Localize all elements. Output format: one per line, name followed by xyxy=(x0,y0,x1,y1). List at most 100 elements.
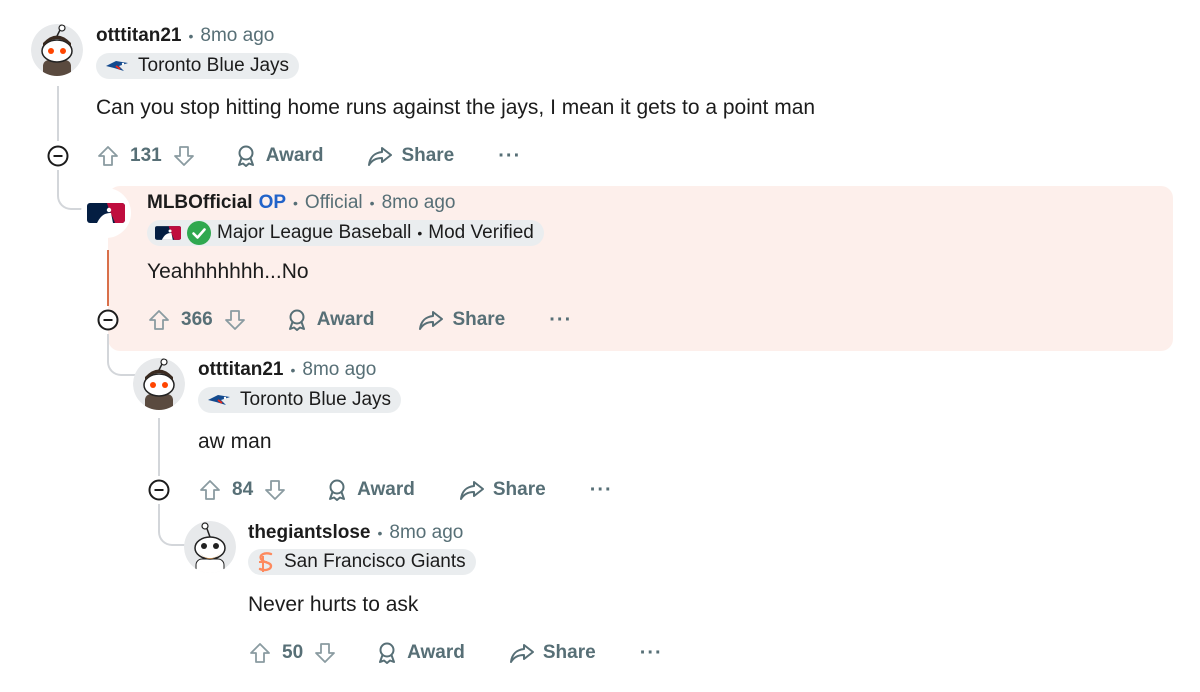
downvote-icon xyxy=(315,643,336,663)
timestamp[interactable]: 8mo ago xyxy=(382,192,456,214)
collapse-icon[interactable] xyxy=(148,479,170,501)
more-options-button[interactable]: ··· xyxy=(590,479,613,502)
downvote-icon xyxy=(173,146,194,166)
separator: • xyxy=(417,225,423,241)
upvote-icon xyxy=(98,146,118,166)
op-badge: OP xyxy=(258,192,287,213)
timestamp[interactable]: 8mo ago xyxy=(302,359,376,381)
collapse-icon[interactable] xyxy=(47,145,69,167)
share-icon xyxy=(509,644,534,663)
user-flair: Major League Baseball • Mod Verified xyxy=(147,220,544,246)
comment-body: Yeahhhhhhh...No xyxy=(147,260,309,283)
timestamp[interactable]: 8mo ago xyxy=(200,25,274,47)
sf-giants-icon xyxy=(256,551,276,573)
separator: • xyxy=(377,525,383,541)
award-button[interactable]: Award xyxy=(375,641,465,665)
user-flair: Toronto Blue Jays xyxy=(198,387,402,413)
award-icon xyxy=(237,145,254,167)
thread-line xyxy=(158,418,160,476)
collapse-icon[interactable] xyxy=(97,309,119,331)
flair-extra-text: Mod Verified xyxy=(428,222,534,243)
avatar[interactable] xyxy=(133,358,185,410)
share-button[interactable]: Share xyxy=(367,144,454,168)
share-icon xyxy=(419,311,444,330)
award-button[interactable]: Award xyxy=(325,478,415,502)
award-label: Award xyxy=(407,642,465,663)
username[interactable]: MLBOfficial xyxy=(147,192,253,214)
comment-body: Never hurts to ask xyxy=(248,593,419,616)
separator: • xyxy=(290,362,296,378)
award-button[interactable]: Award xyxy=(285,308,375,332)
share-icon xyxy=(368,147,393,166)
blue-jays-icon xyxy=(206,392,232,408)
snoo-avatar-icon xyxy=(133,358,185,410)
comment-meta: otttitan21 • 8mo ago xyxy=(96,25,274,47)
comment-actions: 50 Award Share ··· xyxy=(248,636,663,670)
username[interactable]: otttitan21 xyxy=(198,359,284,381)
blue-jays-icon xyxy=(104,58,130,74)
separator: • xyxy=(293,195,298,211)
downvote-button[interactable] xyxy=(313,641,337,665)
award-label: Award xyxy=(316,309,375,330)
comment-actions: 131 Award Share ··· xyxy=(96,139,521,173)
more-options-button[interactable]: ··· xyxy=(549,309,572,332)
downvote-button[interactable] xyxy=(172,144,196,168)
share-button[interactable]: Share xyxy=(418,308,505,332)
upvote-button[interactable] xyxy=(96,144,120,168)
user-flair: Toronto Blue Jays xyxy=(96,53,300,79)
share-button[interactable]: Share xyxy=(459,478,546,502)
downvote-icon xyxy=(265,480,286,500)
verified-check-icon xyxy=(187,221,211,245)
username[interactable]: thegiantslose xyxy=(248,522,370,544)
share-label: Share xyxy=(452,309,506,330)
avatar[interactable] xyxy=(184,521,236,573)
thread-line xyxy=(158,504,188,546)
mlb-logo-icon xyxy=(87,203,125,223)
comment-actions: 84 Award Share ··· xyxy=(198,473,613,507)
comment-meta: MLBOfficial OP • Official • 8mo ago xyxy=(147,192,456,214)
user-flair: San Francisco Giants xyxy=(248,549,476,575)
upvote-button[interactable] xyxy=(248,641,272,665)
flair-text: Major League Baseball xyxy=(217,222,412,243)
comment-meta: otttitan21 • 8mo ago xyxy=(198,359,376,381)
vote-count: 84 xyxy=(232,479,254,500)
downvote-button[interactable] xyxy=(263,478,287,502)
thread-line xyxy=(57,86,59,141)
avatar[interactable] xyxy=(31,24,83,76)
timestamp[interactable]: 8mo ago xyxy=(389,522,463,544)
flair-text: Toronto Blue Jays xyxy=(240,389,392,410)
upvote-icon xyxy=(200,480,220,500)
share-label: Share xyxy=(401,145,455,166)
flair-text: Toronto Blue Jays xyxy=(138,55,290,76)
username[interactable]: otttitan21 xyxy=(96,25,182,47)
upvote-button[interactable] xyxy=(147,308,171,332)
share-icon xyxy=(459,481,484,500)
flair-text: San Francisco Giants xyxy=(284,551,466,572)
comment-body: aw man xyxy=(198,430,272,453)
mlb-logo-icon xyxy=(155,226,181,240)
award-icon xyxy=(379,642,396,664)
thread-line xyxy=(107,250,109,306)
vote-count: 131 xyxy=(130,145,162,166)
award-label: Award xyxy=(357,479,415,500)
downvote-button[interactable] xyxy=(223,308,247,332)
upvote-icon xyxy=(149,310,169,330)
vote-count: 366 xyxy=(181,309,213,330)
snoo-avatar-icon xyxy=(31,24,83,76)
thread-line xyxy=(107,334,137,376)
more-options-button[interactable]: ··· xyxy=(640,642,663,665)
role-label: Official xyxy=(304,192,363,213)
award-icon xyxy=(288,309,305,331)
share-label: Share xyxy=(492,479,546,500)
snoo-avatar-icon xyxy=(184,521,236,573)
award-icon xyxy=(329,479,346,501)
more-options-button[interactable]: ··· xyxy=(498,145,521,168)
vote-count: 50 xyxy=(282,642,304,663)
share-button[interactable]: Share xyxy=(509,641,596,665)
avatar[interactable] xyxy=(81,188,131,238)
comment-actions: 366 Award Share ··· xyxy=(147,303,572,337)
award-button[interactable]: Award xyxy=(234,144,323,168)
downvote-icon xyxy=(224,310,245,330)
upvote-button[interactable] xyxy=(198,478,222,502)
share-label: Share xyxy=(542,642,596,663)
